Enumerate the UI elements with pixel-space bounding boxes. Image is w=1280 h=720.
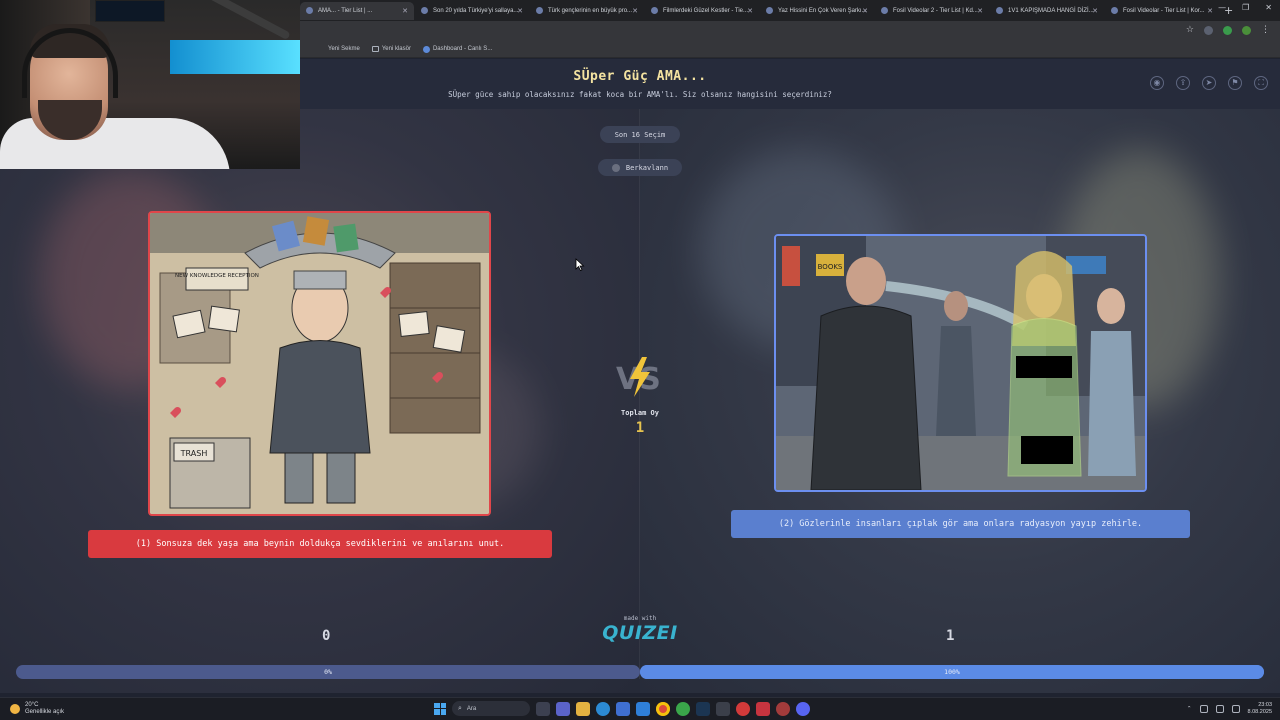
total-votes-value: 1 (635, 420, 645, 436)
menu-dots-icon[interactable]: ⋮ (1261, 25, 1270, 35)
recorder-icon[interactable] (736, 701, 750, 716)
xray-vision-illustration: BOOKS (776, 236, 1145, 490)
close-tab-icon[interactable]: ✕ (517, 7, 523, 15)
close-window-icon[interactable]: ✕ (1265, 3, 1272, 12)
app-icon[interactable] (776, 701, 790, 716)
forgetful-man-illustration: NEW KNOWLEDGE RECEPTION TRASH (150, 213, 489, 514)
browser-tab[interactable]: Yaz Hissini En Çok Veren Şarkı... ✕ (760, 2, 874, 20)
option-2-progress-bar: 100% (640, 665, 1264, 679)
store-icon[interactable] (616, 701, 630, 716)
weather-sun-icon (10, 704, 20, 714)
steam-icon[interactable] (696, 701, 710, 716)
eye-icon[interactable]: ◉ (1150, 76, 1164, 90)
header-actions: ◉ ⇪ ➤ ⚑ ⛶ (1150, 76, 1268, 90)
close-tab-icon[interactable]: ✕ (862, 7, 868, 15)
task-view-icon[interactable] (536, 701, 550, 716)
browser-tab[interactable]: Son 20 yılda Türkiye'yi sallaya... ✕ (415, 2, 529, 20)
search-icon: ⌕ (458, 704, 462, 712)
network-icon[interactable] (1199, 705, 1208, 713)
browser-tab[interactable]: 1V1 KAPIŞMADA HANGİ DİZİ... ✕ (990, 2, 1104, 20)
taskbar-clock[interactable]: 23:03 8.08.2025 (1248, 702, 1272, 716)
quizei-logo[interactable]: QUIZEI (598, 622, 682, 644)
folder-icon (371, 46, 379, 52)
image-sign: NEW KNOWLEDGE RECEPTION (175, 273, 259, 279)
bookmark-item[interactable]: Yeni Sekme (328, 46, 360, 52)
tab-favicon-icon (421, 7, 428, 14)
file-explorer-icon[interactable] (576, 701, 590, 716)
option-2-button[interactable]: (2) Gözlerinle insanları çıplak gör ama … (731, 510, 1190, 538)
windows-start-icon[interactable] (434, 702, 446, 715)
weather-widget[interactable]: 20°C Genellikle açık (10, 702, 64, 716)
flag-icon[interactable]: ⚑ (1228, 76, 1242, 90)
tab-favicon-icon (536, 7, 543, 14)
close-tab-icon[interactable]: ✕ (402, 7, 408, 15)
windows-taskbar: 20°C Genellikle açık ⌕ Ara ⌃ 23:03 8.08.… (0, 697, 1280, 720)
send-icon[interactable]: ➤ (1202, 76, 1216, 90)
username: Berkavlann (625, 163, 669, 172)
tab-favicon-icon (996, 7, 1003, 14)
fullscreen-icon[interactable]: ⛶ (1254, 76, 1268, 90)
extension-icon[interactable] (1223, 25, 1232, 35)
tab-favicon-icon (651, 7, 658, 14)
maximize-icon[interactable]: ❐ (1242, 3, 1249, 12)
option-1-score: 0 (322, 628, 331, 644)
browser-tab[interactable]: Türk gençlerinin en büyük pro... ✕ (530, 2, 644, 20)
mouse-cursor-icon (575, 258, 585, 271)
browser-tab[interactable]: AMA... - Tier List | ... ✕ (300, 1, 414, 20)
bookmark-item[interactable]: Dashboard - Canlı S... (422, 45, 492, 53)
option-1-image[interactable]: NEW KNOWLEDGE RECEPTION TRASH (148, 211, 491, 516)
tab-favicon-icon (1111, 7, 1118, 14)
close-tab-icon[interactable]: ✕ (1207, 7, 1213, 15)
option-2-score: 1 (946, 628, 955, 644)
bookmark-star-icon[interactable]: ☆ (1186, 25, 1194, 35)
browser-tab[interactable]: Fosil Videolar - Tier List | Kor... ✕ (1105, 2, 1219, 20)
tab-favicon-icon (766, 7, 773, 14)
close-tab-icon[interactable]: ✕ (1092, 7, 1098, 15)
total-votes-label: Toplam Oy (621, 409, 659, 417)
profile-avatar[interactable] (1242, 25, 1251, 35)
tab-favicon-icon (306, 7, 313, 14)
browser-tab[interactable]: Fosil Videolar 2 - Tier List | Kd... ✕ (875, 2, 989, 20)
round-counter-badge: Son 16 Seçim (600, 126, 680, 143)
discord-icon[interactable] (716, 701, 730, 716)
user-badge: Berkavlann (598, 159, 682, 176)
taskbar-apps: ⌕ Ara (434, 701, 810, 716)
xbox-icon[interactable] (676, 701, 690, 716)
bookmark-item[interactable]: Yeni klasör (371, 46, 411, 52)
system-tray: ⌃ 23:03 8.08.2025 (1187, 702, 1272, 716)
option-2-percent: 100% (944, 668, 960, 676)
extension-icon[interactable] (1204, 25, 1213, 35)
close-tab-icon[interactable]: ✕ (632, 7, 638, 15)
image-sign: TRASH (180, 449, 208, 458)
tab-favicon-icon (881, 7, 888, 14)
close-tab-icon[interactable]: ✕ (977, 7, 983, 15)
option-1-button[interactable]: (1) Sonsuza dek yaşa ama beynin doldukça… (88, 530, 552, 558)
minimize-icon[interactable]: — (1218, 3, 1226, 12)
option-1-percent: 0% (324, 668, 332, 676)
app-icon[interactable] (796, 701, 810, 716)
tray-chevron-icon[interactable]: ⌃ (1187, 706, 1192, 712)
share-icon[interactable]: ⇪ (1176, 76, 1190, 90)
window-controls: — ❐ ✕ (1218, 3, 1272, 12)
image-sign: BOOKS (818, 263, 843, 271)
edge-icon[interactable] (596, 701, 610, 716)
taskbar-search[interactable]: ⌕ Ara (452, 701, 530, 716)
volume-icon[interactable] (1215, 705, 1224, 713)
chat-icon[interactable] (556, 701, 570, 716)
browser-tab[interactable]: Filmlerdeki Güzel Kestler - Tie... ✕ (645, 2, 759, 20)
bookmark-favicon-icon (422, 45, 430, 53)
option-1-progress-bar: 0% (16, 665, 640, 679)
app-icon[interactable] (756, 701, 770, 716)
made-with-label: made with (623, 615, 657, 622)
option-2-image[interactable]: BOOKS (774, 234, 1147, 492)
avatar (611, 163, 620, 172)
chrome-icon[interactable] (656, 701, 670, 716)
close-tab-icon[interactable]: ✕ (747, 7, 753, 15)
battery-icon[interactable] (1231, 705, 1240, 713)
vs-lightning-icon: VS (616, 357, 661, 397)
mail-icon[interactable] (636, 701, 650, 716)
webcam-overlay (0, 0, 300, 169)
